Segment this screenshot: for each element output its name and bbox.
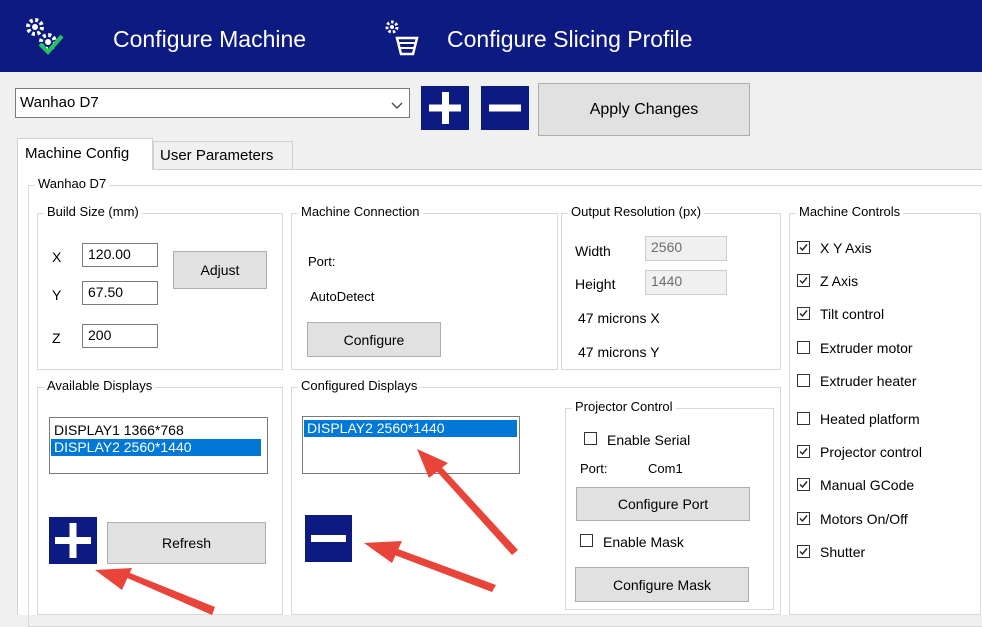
checkmark-icon xyxy=(799,310,808,318)
refresh-button[interactable]: Refresh xyxy=(107,522,266,564)
control-checkbox[interactable] xyxy=(797,341,810,354)
checkmark-icon xyxy=(799,244,808,252)
build-y-input[interactable]: 67.50 xyxy=(82,281,158,305)
app-header: Configure Machine Configure Slicing Prof… xyxy=(0,0,982,72)
control-checkbox-label: Motors On/Off xyxy=(820,511,908,527)
plus-icon xyxy=(429,92,461,124)
remove-display-button[interactable] xyxy=(305,515,352,562)
x-label: X xyxy=(52,249,62,265)
checkmark-icon xyxy=(799,515,808,523)
connection-port-label: Port: xyxy=(308,254,336,269)
checkmark-icon xyxy=(799,448,808,456)
connection-port-value: AutoDetect xyxy=(310,289,375,304)
width-label: Width xyxy=(575,243,611,259)
height-label: Height xyxy=(575,276,616,292)
width-input[interactable]: 2560 xyxy=(645,236,727,261)
control-checkbox[interactable] xyxy=(797,307,810,320)
control-checkbox-label: Extruder motor xyxy=(820,340,913,356)
control-checkbox[interactable] xyxy=(797,478,810,491)
machine-select[interactable]: Wanhao D7 xyxy=(15,88,410,118)
build-x-input[interactable]: 120.00 xyxy=(82,243,158,267)
minus-icon xyxy=(489,104,521,112)
adjust-button[interactable]: Adjust xyxy=(173,251,267,289)
control-checkbox[interactable] xyxy=(797,241,810,254)
gears-check-icon[interactable] xyxy=(22,14,64,58)
control-checkbox[interactable] xyxy=(797,412,810,425)
height-input[interactable]: 1440 xyxy=(645,270,727,295)
configured-displays-list[interactable]: DISPLAY2 2560*1440 xyxy=(302,416,520,474)
list-item[interactable]: DISPLAY1 1366*768 xyxy=(51,422,267,439)
y-label: Y xyxy=(52,287,62,303)
control-checkbox-label: Heated platform xyxy=(820,411,920,427)
control-checkbox[interactable] xyxy=(797,274,810,287)
build-size-group: Build Size (mm) xyxy=(37,204,283,370)
tab-machine-config[interactable]: Machine Config xyxy=(17,138,153,170)
control-checkbox[interactable] xyxy=(797,512,810,525)
enable-serial-label: Enable Serial xyxy=(607,432,691,448)
enable-serial-checkbox[interactable] xyxy=(584,432,597,445)
machine-controls-title: Machine Controls xyxy=(796,204,904,219)
machine-select-value: Wanhao D7 xyxy=(20,94,99,111)
projector-port-label: Port: xyxy=(580,461,608,476)
remove-machine-button[interactable] xyxy=(481,86,529,130)
checkmark-icon xyxy=(799,481,808,489)
microns-x-text: 47 microns X xyxy=(578,310,660,326)
control-checkbox-label: Tilt control xyxy=(820,306,885,322)
machine-connection-title: Machine Connection xyxy=(298,204,423,219)
checkmark-icon xyxy=(799,277,808,285)
configure-mask-button[interactable]: Configure Mask xyxy=(575,567,749,602)
control-checkbox[interactable] xyxy=(797,374,810,387)
build-z-input[interactable]: 200 xyxy=(82,324,158,348)
add-display-button[interactable] xyxy=(49,517,97,564)
machine-group-title: Wanhao D7 xyxy=(35,176,110,191)
list-item[interactable]: DISPLAY2 2560*1440 xyxy=(51,439,261,456)
control-checkbox-label: Z Axis xyxy=(820,273,859,289)
control-checkbox-label: Manual GCode xyxy=(820,477,915,493)
enable-mask-checkbox[interactable] xyxy=(580,534,593,547)
configure-slicing-profile-title[interactable]: Configure Slicing Profile xyxy=(447,26,692,53)
chevron-down-icon xyxy=(391,97,403,113)
projector-control-title: Projector Control xyxy=(572,399,676,414)
control-checkbox-label: Shutter xyxy=(820,544,866,560)
control-checkbox-label: Extruder heater xyxy=(820,373,917,389)
microns-y-text: 47 microns Y xyxy=(578,344,660,360)
available-displays-title: Available Displays xyxy=(44,378,156,393)
control-checkbox[interactable] xyxy=(797,545,810,558)
slicing-profile-icon[interactable] xyxy=(383,18,423,58)
tab-machine-config-label: Machine Config xyxy=(25,145,130,162)
apply-changes-button[interactable]: Apply Changes xyxy=(538,83,750,136)
checkmark-icon xyxy=(799,548,808,556)
z-label: Z xyxy=(52,330,61,346)
control-checkbox-label: Projector control xyxy=(820,444,922,460)
configure-port-button[interactable]: Configure Port xyxy=(576,487,750,521)
output-resolution-title: Output Resolution (px) xyxy=(568,204,705,219)
control-checkbox[interactable] xyxy=(797,445,810,458)
configure-connection-button[interactable]: Configure xyxy=(307,322,441,357)
build-size-title: Build Size (mm) xyxy=(44,204,142,219)
minus-icon xyxy=(311,535,346,542)
list-item[interactable]: DISPLAY2 2560*1440 xyxy=(304,420,517,437)
enable-mask-label: Enable Mask xyxy=(603,534,684,550)
available-displays-list[interactable]: DISPLAY1 1366*768 DISPLAY2 2560*1440 xyxy=(49,417,268,474)
tab-user-parameters-label: User Parameters xyxy=(160,147,274,164)
projector-port-value: Com1 xyxy=(648,461,683,476)
tab-user-parameters[interactable]: User Parameters xyxy=(153,141,293,169)
add-machine-button[interactable] xyxy=(421,86,469,130)
control-checkbox-label: X Y Axis xyxy=(820,240,872,256)
plus-icon xyxy=(55,523,91,558)
configure-machine-title[interactable]: Configure Machine xyxy=(113,26,306,53)
configured-displays-title: Configured Displays xyxy=(298,378,421,393)
